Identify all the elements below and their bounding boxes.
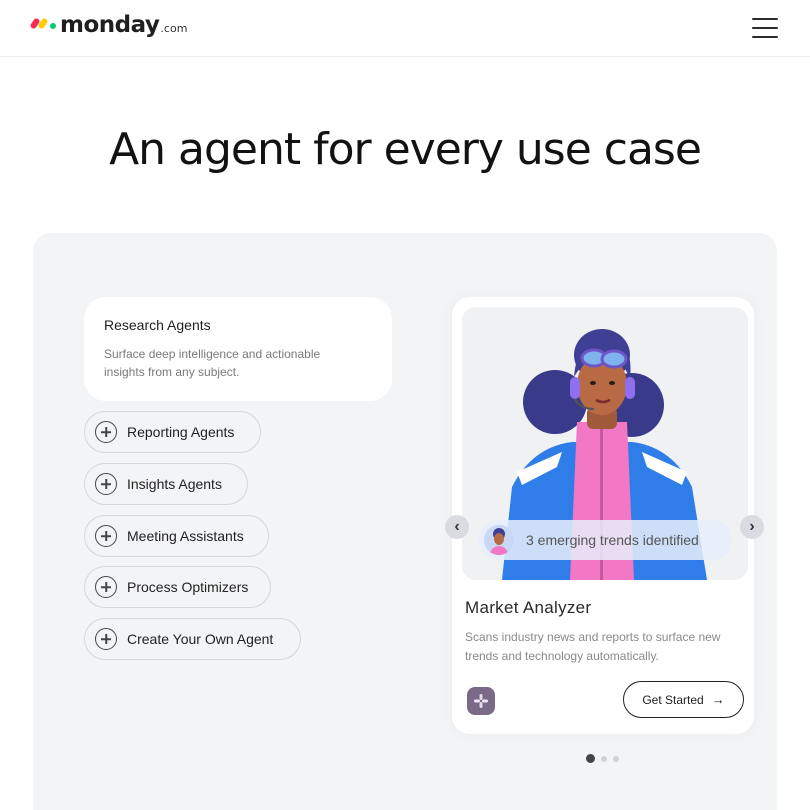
- carousel-dot-1[interactable]: [586, 754, 595, 763]
- agent-option-label: Reporting Agents: [127, 424, 235, 440]
- plus-circle-icon: [95, 525, 117, 547]
- plus-circle-icon: [95, 473, 117, 495]
- agent-option-create-own[interactable]: Create Your Own Agent: [84, 618, 301, 660]
- agent-option-label: Meeting Assistants: [127, 528, 244, 544]
- trend-text: 3 emerging trends identified: [526, 532, 699, 548]
- agent-option-insights[interactable]: Insights Agents: [84, 463, 248, 505]
- plus-circle-icon: [95, 421, 117, 443]
- plus-circle-icon: [95, 628, 117, 650]
- get-started-label: Get Started: [642, 692, 704, 707]
- hamburger-menu-icon[interactable]: [752, 18, 778, 38]
- logo-tld: .com: [160, 22, 188, 35]
- agent-name: Market Analyzer: [465, 598, 592, 617]
- chevron-left-icon: ‹: [454, 518, 460, 535]
- trend-notification: 3 emerging trends identified: [478, 520, 732, 560]
- carousel-dot-3[interactable]: [613, 755, 619, 762]
- agent-description: Scans industry news and reports to surfa…: [465, 630, 721, 663]
- agent-option-reporting[interactable]: Reporting Agents: [84, 411, 261, 453]
- monday-logo-mark-icon: [29, 17, 56, 30]
- get-started-button[interactable]: Get Started →: [623, 681, 744, 718]
- slack-icon: [467, 687, 495, 715]
- agent-option-process[interactable]: Process Optimizers: [84, 566, 271, 608]
- chevron-right-icon: ›: [749, 518, 755, 535]
- agent-option-label: Process Optimizers: [127, 579, 249, 595]
- carousel-next-button[interactable]: ›: [740, 515, 764, 539]
- active-agent-description: Surface deep intelligence and actionable…: [104, 347, 321, 379]
- active-agent-title: Research Agents: [104, 317, 211, 333]
- plus-circle-icon: [95, 576, 117, 598]
- carousel-dot-2[interactable]: [601, 755, 607, 762]
- arrow-right-icon: →: [711, 692, 725, 707]
- site-header: monday .com: [0, 0, 810, 57]
- agent-option-label: Insights Agents: [127, 476, 222, 492]
- active-agent-card[interactable]: Research Agents Surface deep intelligenc…: [84, 297, 392, 401]
- carousel-pagination: [586, 754, 619, 763]
- agent-avatar: [484, 525, 514, 555]
- logo-wordmark: monday: [60, 12, 160, 38]
- agent-option-label: Create Your Own Agent: [127, 631, 274, 647]
- agent-option-meeting[interactable]: Meeting Assistants: [84, 515, 269, 557]
- page-title: An agent for every use case: [109, 124, 702, 175]
- monday-logo[interactable]: monday .com: [29, 12, 188, 38]
- carousel-prev-button[interactable]: ‹: [445, 515, 469, 539]
